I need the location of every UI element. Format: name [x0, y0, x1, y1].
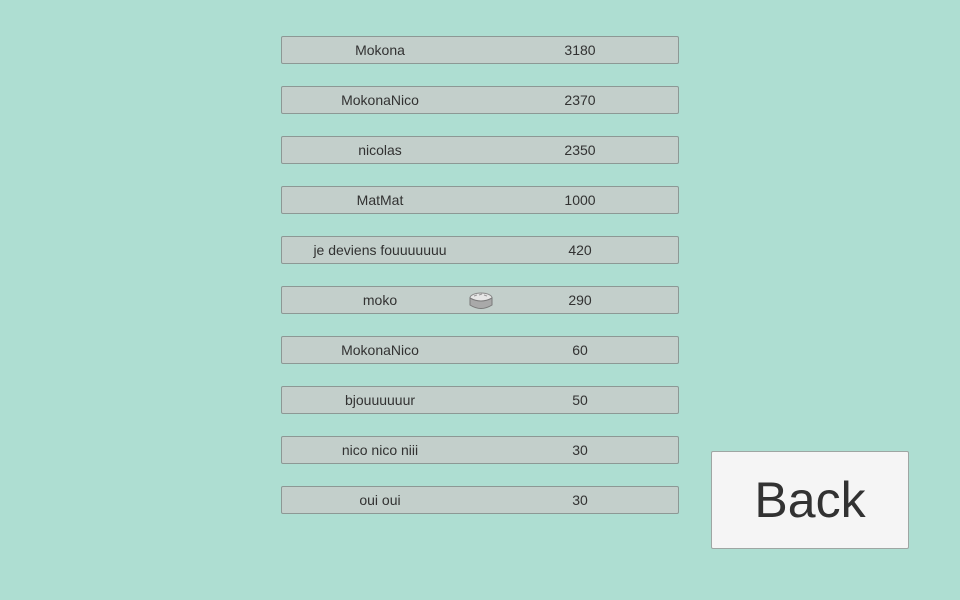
player-score: 420 [568, 242, 592, 258]
leaderboard: Mokona 3180 MokonaNico 2370 nicolas 2350… [281, 36, 679, 536]
score-row: MatMat 1000 [281, 186, 679, 214]
player-score: 1000 [564, 192, 596, 208]
player-score: 2350 [564, 142, 596, 158]
player-score: 50 [572, 392, 588, 408]
score-row: bjouuuuuur 50 [281, 386, 679, 414]
score-row: moko 290 [281, 286, 679, 314]
score-row: Mokona 3180 [281, 36, 679, 64]
score-row: MokonaNico 60 [281, 336, 679, 364]
player-name: MokonaNico [341, 92, 419, 108]
player-name: oui oui [359, 492, 401, 508]
score-row: oui oui 30 [281, 486, 679, 514]
player-name: je deviens fouuuuuuu [313, 242, 447, 258]
score-row: je deviens fouuuuuuu 420 [281, 236, 679, 264]
player-name: MokonaNico [341, 342, 419, 358]
score-row: nico nico niii 30 [281, 436, 679, 464]
player-score: 30 [572, 442, 588, 458]
player-name: MatMat [356, 192, 404, 208]
score-row: nicolas 2350 [281, 136, 679, 164]
player-name: moko [362, 292, 398, 308]
player-score: 3180 [564, 42, 596, 58]
player-score: 30 [572, 492, 588, 508]
player-name: nico nico niii [341, 442, 419, 458]
player-name: bjouuuuuur [344, 392, 416, 408]
player-name: nicolas [358, 142, 402, 158]
player-score: 290 [568, 292, 592, 308]
score-row: MokonaNico 2370 [281, 86, 679, 114]
player-score: 60 [572, 342, 588, 358]
player-name: Mokona [355, 42, 405, 58]
player-score: 2370 [564, 92, 596, 108]
back-button[interactable]: Back [711, 451, 909, 549]
